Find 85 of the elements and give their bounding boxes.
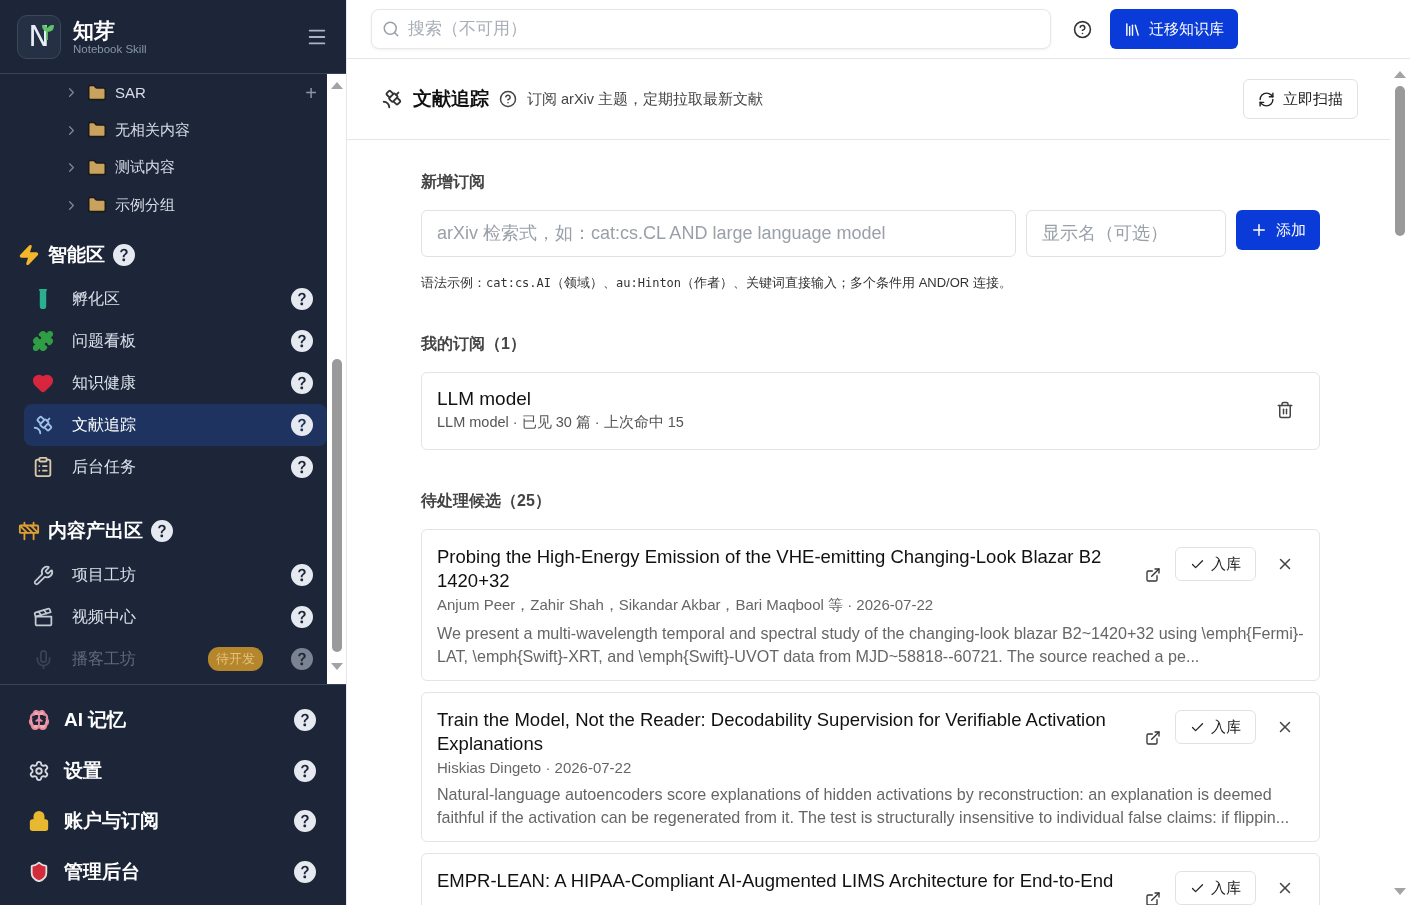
help-icon[interactable] xyxy=(294,709,316,732)
help-icon[interactable] xyxy=(294,759,316,782)
lightning-icon xyxy=(18,244,40,266)
section-heading: 我的订阅（1） xyxy=(421,334,527,354)
subscription-name: LLM model xyxy=(437,388,532,410)
brand-tagline: Notebook Skill xyxy=(73,42,148,55)
settings-icon xyxy=(28,759,50,782)
section-heading: 待处理候选（25） xyxy=(421,491,552,511)
section-title: 内容产出区 xyxy=(48,519,143,543)
plus-icon xyxy=(1250,221,1268,239)
add-icon[interactable]: + xyxy=(305,82,317,103)
help-icon[interactable] xyxy=(113,244,135,266)
nav-item[interactable]: AI 记忆 xyxy=(0,695,346,746)
lock-icon xyxy=(28,810,50,833)
clipboard-icon xyxy=(32,456,54,478)
accept-button[interactable]: 入库 xyxy=(1175,871,1256,905)
query-field[interactable]: arXiv 检索式，如：cat:cs.CL AND large language model xyxy=(421,210,1016,257)
nav-item[interactable]: 知识健康 xyxy=(24,362,327,404)
status-badge: 待开发 xyxy=(208,647,263,671)
brain-icon xyxy=(28,709,50,732)
add-button[interactable]: 添加 xyxy=(1236,210,1320,250)
help-icon[interactable] xyxy=(291,606,313,628)
section-title: 智能区 xyxy=(48,243,105,267)
paper-authors: Hiskias Dingeto · 2026-07-22 xyxy=(437,759,633,776)
help-icon[interactable] xyxy=(291,372,313,394)
refresh-icon xyxy=(1258,90,1275,108)
scrollbar[interactable] xyxy=(327,74,346,684)
name-field[interactable]: 显示名（可选） xyxy=(1026,210,1226,257)
satellite-icon xyxy=(32,414,54,436)
nav-item[interactable]: 设置 xyxy=(0,745,346,796)
paper-abstract: We present a multi-wavelength temporal and spectral study of the changing-look blazar B2~1420+32 using \emph{Fermi}-LAT, \emph{Swift}-XRT, and \emph{Swift}-UVOT data from MJD~58818--60721. The source reached a pe... xyxy=(437,623,1304,667)
help-icon[interactable] xyxy=(291,456,313,478)
folder-item[interactable]: 示例分组 xyxy=(0,186,327,224)
syntax-hint: 语法示例：cat:cs.AI（领域）、au:Hinton（作者）、关键词直接输入；多个条件用 AND/OR 连接。 xyxy=(421,274,1013,292)
search-icon xyxy=(382,20,400,38)
help-icon[interactable] xyxy=(291,288,313,310)
library-icon xyxy=(1124,20,1141,38)
nav-item[interactable]: 后台任务 xyxy=(24,446,327,488)
help-icon[interactable] xyxy=(291,414,313,436)
nav-item[interactable]: 孵化区 xyxy=(24,278,327,320)
accept-button[interactable]: 入库 xyxy=(1175,547,1256,581)
search-field[interactable]: 搜索（不可用） xyxy=(371,9,1051,49)
migrate-button[interactable]: 迁移知识库 xyxy=(1110,9,1238,49)
help-icon[interactable] xyxy=(151,520,173,542)
satellite-icon xyxy=(381,88,403,110)
subscription-meta: LLM model · 已见 30 篇 · 上次命中 15 xyxy=(437,413,685,432)
help-icon[interactable] xyxy=(291,330,313,352)
heart-icon xyxy=(32,372,54,394)
help-icon[interactable] xyxy=(294,860,316,883)
paper-title: Probing the High-Energy Emission of the VHE-emitting Changing-Look Blazar B2 1420+32 xyxy=(437,545,1103,593)
paper-authors: Anjum Peer，Zahir Shah，Sikandar Akbar，Bari Maqbool 等 · 2026-07-22 xyxy=(437,596,935,615)
help-icon[interactable] xyxy=(1073,19,1092,39)
nav-item[interactable]: 项目工坊 xyxy=(24,554,327,596)
external-link-icon[interactable] xyxy=(1145,730,1161,746)
page-subtitle: 订阅 arXiv 主题，定期拉取最新文献 xyxy=(527,89,765,109)
shield-icon xyxy=(28,860,50,883)
help-icon[interactable] xyxy=(291,564,313,586)
folder-icon xyxy=(87,195,107,216)
folder-icon xyxy=(87,82,107,103)
accept-button[interactable]: 入库 xyxy=(1175,710,1256,744)
folder-icon xyxy=(87,157,107,178)
page-title: 文献追踪 xyxy=(413,87,489,111)
brand-name: 知芽 xyxy=(73,18,116,43)
scan-button[interactable]: 立即扫描 xyxy=(1243,79,1358,119)
folder-item[interactable]: 无相关内容 xyxy=(0,111,327,149)
clapperboard-icon xyxy=(32,606,54,628)
paper-abstract: Natural-language autoencoders score explanations of hidden activations by reconstruction: an explanation is deemed faithful if the activation can be regenerated from it. The test is structurally insensitive to individual false claims: if flippin... xyxy=(437,784,1291,828)
section-heading: 新增订阅 xyxy=(421,172,486,192)
paper-title: Train the Model, Not the Reader: Decodability Supervision for Verifiable Activation Explanations xyxy=(437,708,1107,756)
nav-item[interactable]: 管理后台 xyxy=(0,846,346,897)
folder-icon xyxy=(87,120,107,141)
help-icon[interactable] xyxy=(294,810,316,833)
help-icon[interactable] xyxy=(499,90,517,108)
delete-icon[interactable] xyxy=(1276,401,1294,419)
folder-item[interactable]: SAR + xyxy=(0,74,327,112)
nav-item[interactable]: 视频中心 xyxy=(24,596,327,638)
external-link-icon[interactable] xyxy=(1145,567,1161,583)
paper-title: EMPR-LEAN: A HIPAA-Compliant AI-Augmented LIMS Architecture for End-to-End xyxy=(437,869,1115,893)
nav-item[interactable]: 文献追踪 xyxy=(24,404,327,446)
nav-item[interactable]: 问题看板 xyxy=(24,320,327,362)
wrench-icon xyxy=(32,564,54,586)
folder-item[interactable]: 测试内容 xyxy=(0,149,327,187)
puzzle-icon xyxy=(32,330,54,352)
nav-item[interactable]: 账户与订阅 xyxy=(0,796,346,847)
external-link-icon[interactable] xyxy=(1145,891,1161,905)
